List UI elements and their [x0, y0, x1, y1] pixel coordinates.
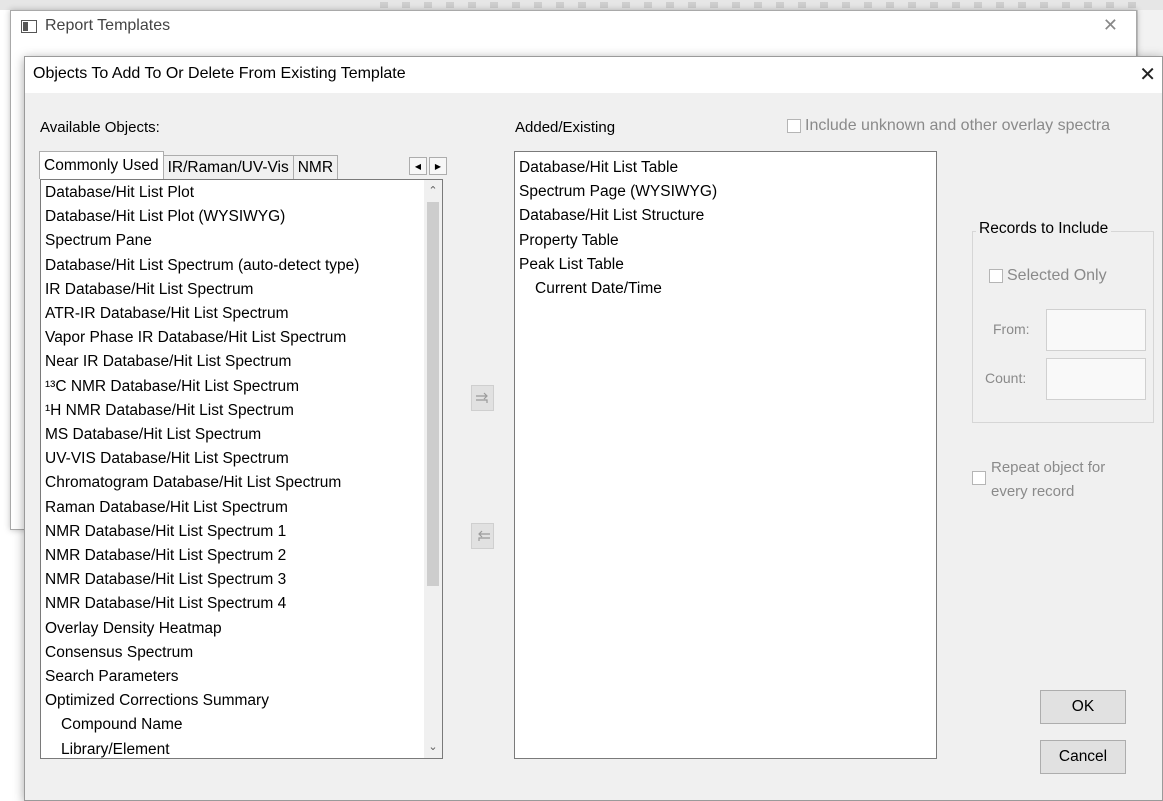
include-overlay-label: Include unknown and other overlay spectr…: [805, 117, 1111, 134]
list-item[interactable]: Raman Database/Hit List Spectrum: [45, 496, 288, 520]
repeat-object-checkbox[interactable]: [972, 471, 986, 485]
available-objects-list[interactable]: SynonymsLibrary/ElementCompound NameOpti…: [40, 179, 443, 759]
tab-prev-icon[interactable]: ◀: [409, 157, 427, 175]
list-item[interactable]: Spectrum Page (WYSIWYG): [519, 180, 717, 204]
added-existing-label: Added/Existing: [515, 119, 616, 136]
list-item[interactable]: Peak List Table: [519, 253, 624, 277]
selected-only-checkbox[interactable]: [989, 269, 1003, 283]
list-item[interactable]: Optimized Corrections Summary: [45, 689, 269, 713]
dialog-titlebar: Objects To Add To Or Delete From Existin…: [25, 57, 1162, 93]
list-item[interactable]: Library/Element: [61, 738, 170, 758]
report-templates-close-icon[interactable]: ✕: [1103, 15, 1118, 36]
from-field[interactable]: [1046, 309, 1146, 351]
cancel-button[interactable]: Cancel: [1040, 740, 1126, 774]
ok-button[interactable]: OK: [1040, 690, 1126, 724]
dialog-close-icon[interactable]: ✕: [1139, 62, 1156, 87]
remove-object-button[interactable]: [471, 523, 494, 549]
list-item[interactable]: Database/Hit List Structure: [519, 204, 704, 228]
list-item[interactable]: Database/Hit List Plot: [45, 181, 194, 205]
list-item[interactable]: NMR Database/Hit List Spectrum 4: [45, 592, 286, 616]
list-item[interactable]: ATR-IR Database/Hit List Spectrum: [45, 302, 288, 326]
list-item[interactable]: Database/Hit List Table: [519, 156, 678, 180]
arrow-left-hook-icon: [477, 530, 490, 541]
window-app-icon: [21, 19, 37, 33]
repeat-object-label-line1: Repeat object for: [991, 459, 1106, 476]
list-item[interactable]: Vapor Phase IR Database/Hit List Spectru…: [45, 326, 346, 350]
list-item[interactable]: NMR Database/Hit List Spectrum 3: [45, 568, 286, 592]
list-item[interactable]: Overlay Density Heatmap: [45, 617, 222, 641]
list-item[interactable]: NMR Database/Hit List Spectrum 1: [45, 520, 286, 544]
list-item[interactable]: Property Table: [519, 229, 619, 253]
scroll-down-icon[interactable]: ⌄: [424, 738, 442, 756]
scroll-up-icon[interactable]: ⌃: [424, 182, 442, 200]
dialog-title: Objects To Add To Or Delete From Existin…: [33, 65, 406, 82]
tab-ir-raman-uv-vis[interactable]: IR/Raman/UV-Vis: [163, 155, 294, 179]
repeat-object-label-line2: every record: [991, 483, 1075, 500]
selected-only-label: Selected Only: [1007, 267, 1107, 284]
count-field[interactable]: [1046, 358, 1146, 400]
list-item[interactable]: UV-VIS Database/Hit List Spectrum: [45, 447, 289, 471]
list-item[interactable]: Spectrum Pane: [45, 229, 152, 253]
report-templates-title: Report Templates: [45, 17, 171, 34]
list-item[interactable]: NMR Database/Hit List Spectrum 2: [45, 544, 286, 568]
list-item[interactable]: MS Database/Hit List Spectrum: [45, 423, 261, 447]
list-item[interactable]: ¹H NMR Database/Hit List Spectrum: [45, 399, 294, 423]
list-item[interactable]: IR Database/Hit List Spectrum: [45, 278, 253, 302]
tab-commonly-used[interactable]: Commonly Used: [39, 151, 164, 179]
list-item[interactable]: Database/Hit List Plot (WYSIWYG): [45, 205, 285, 229]
list-item[interactable]: Near IR Database/Hit List Spectrum: [45, 350, 291, 374]
count-label: Count:: [985, 370, 1027, 386]
list-item[interactable]: Chromatogram Database/Hit List Spectrum: [45, 471, 341, 495]
list-item[interactable]: Search Parameters: [45, 665, 179, 689]
tab-next-icon[interactable]: ▶: [429, 157, 447, 175]
list-item[interactable]: Compound Name: [61, 713, 182, 737]
include-overlay-checkbox[interactable]: [787, 119, 801, 133]
added-existing-list[interactable]: Current Date/Time Peak List Table Property…: [514, 151, 937, 759]
available-list-scrollbar[interactable]: ⌃ ⌄: [424, 180, 442, 758]
from-label: From:: [993, 321, 1030, 337]
arrow-right-hook-icon: [475, 392, 488, 403]
list-item[interactable]: Database/Hit List Spectrum (auto-detect …: [45, 254, 359, 278]
background-app-toolbar: [0, 0, 1163, 10]
list-item[interactable]: ¹³C NMR Database/Hit List Spectrum: [45, 375, 299, 399]
tab-nmr[interactable]: NMR: [293, 155, 339, 179]
records-group-legend: Records to Include: [976, 220, 1112, 238]
scrollbar-thumb[interactable]: [427, 202, 439, 586]
report-templates-titlebar: Report Templates ✕: [11, 11, 1136, 41]
list-item[interactable]: Consensus Spectrum: [45, 641, 193, 665]
available-objects-label: Available Objects:: [40, 119, 160, 136]
category-tabs: Commonly Used IR/Raman/UV-Vis NMR: [39, 151, 339, 179]
list-item[interactable]: Current Date/Time: [535, 277, 662, 301]
objects-dialog: Objects To Add To Or Delete From Existin…: [24, 56, 1163, 801]
add-object-button[interactable]: [471, 385, 494, 411]
